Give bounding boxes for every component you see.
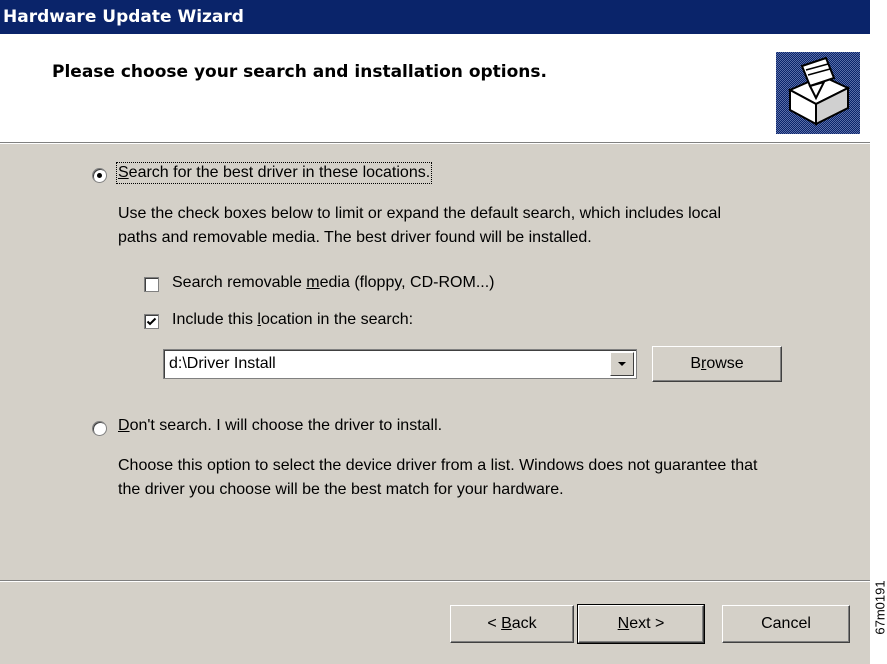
search-option-label[interactable]: Search for the best driver in these loca… <box>115 162 433 184</box>
wizard-header: Please choose your search and installati… <box>0 34 870 142</box>
search-option-description-line1: Use the check boxes below to limit or ex… <box>118 205 721 222</box>
removable-media-label[interactable]: Search removable media (floppy, CD-ROM..… <box>172 274 494 292</box>
title-bar[interactable]: Hardware Update Wizard <box>0 0 870 34</box>
dont-search-radio-button[interactable] <box>92 421 107 436</box>
back-label-pre: < <box>487 615 502 632</box>
back-button[interactable]: < Back <box>450 605 574 643</box>
location-label-pre: Include this <box>172 311 258 328</box>
cancel-button[interactable]: Cancel <box>722 605 850 643</box>
back-label-accelerator: B <box>501 615 512 632</box>
search-radio-button[interactable] <box>92 168 107 183</box>
figure-id-label: 67m0191 <box>870 560 887 664</box>
wizard-window: Hardware Update Wizard Please choose you… <box>0 0 870 664</box>
dont-search-description-line2: the driver you choose will be the best m… <box>118 481 564 498</box>
include-location-checkbox[interactable] <box>144 314 159 329</box>
figure-id-text: 67m0191 <box>872 580 887 635</box>
next-label-accelerator: N <box>617 615 630 632</box>
removable-label-pre: Search removable <box>172 274 307 291</box>
location-combobox-value[interactable]: d:\Driver Install <box>169 355 276 373</box>
removable-label-accelerator: m <box>306 274 320 291</box>
include-location-label[interactable]: Include this location in the search: <box>172 311 413 329</box>
footer-separator <box>0 580 870 582</box>
window-title: Hardware Update Wizard <box>3 7 244 27</box>
location-combobox[interactable]: d:\Driver Install <box>163 349 637 379</box>
next-label-post: ext > <box>629 615 665 632</box>
checkmark-icon <box>146 317 157 326</box>
dont-search-label-post: on't search. I will choose the driver to… <box>129 417 443 434</box>
back-label-post: ack <box>511 615 537 632</box>
browse-button[interactable]: Browse <box>652 346 782 382</box>
combobox-dropdown-button[interactable] <box>610 352 634 376</box>
next-button[interactable]: Next > <box>577 604 705 644</box>
hardware-wizard-icon <box>776 52 860 134</box>
page-title: Please choose your search and installati… <box>52 62 547 82</box>
search-label-accelerator: S <box>118 164 129 181</box>
dont-search-option-label[interactable]: Don't search. I will choose the driver t… <box>118 417 442 435</box>
search-option-description-line2: paths and removable media. The best driv… <box>118 229 592 246</box>
removable-label-post: edia (floppy, CD-ROM...) <box>319 274 495 291</box>
chevron-down-icon <box>618 362 626 366</box>
browse-label-post: owse <box>706 355 744 372</box>
search-label-post: earch for the best driver in these locat… <box>128 164 431 181</box>
dont-search-description-line1: Choose this option to select the device … <box>118 457 758 474</box>
dont-search-label-accelerator: D <box>118 417 130 434</box>
header-separator <box>0 142 870 144</box>
removable-media-checkbox[interactable] <box>144 277 159 292</box>
browse-label-pre: B <box>690 355 701 372</box>
location-label-post: ocation in the search: <box>260 311 414 328</box>
